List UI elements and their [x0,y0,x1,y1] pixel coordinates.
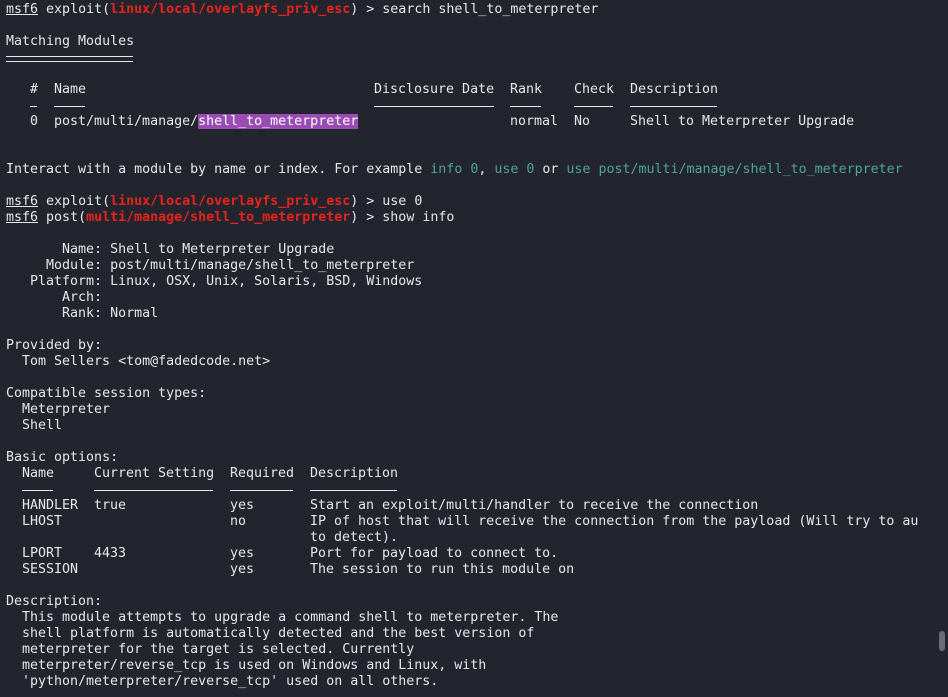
prompt-suffix: ) > [350,2,383,17]
session-type: Shell [22,418,63,433]
description-label: Description: [6,594,103,609]
table-row[interactable]: 0 post/multi/manage/shell_to_meterpreter n… [6,114,934,130]
prompt-line: msf6 exploit(linux/local/overlayfs_priv_… [6,194,423,209]
scrollbar-thumb[interactable] [939,631,945,651]
options-header: Name Current Setting Required Description [22,466,399,481]
description-line: meterpreter for the target is selected. … [22,642,415,657]
section-title: Matching Modules [6,34,135,49]
table-row-continued: to detect). [310,530,399,545]
terminal-output[interactable]: msf6 exploit(linux/local/overlayfs_priv_… [6,2,934,690]
description-line: 'python/meterpreter/reverse_tcp' used on… [22,674,439,689]
info-platform: Platform: Linux, OSX, Unix, Solaris, BSD… [6,274,423,289]
table-row: LPORT 4433 yes Port for payload to connect … [22,546,559,561]
session-type: Meterpreter [22,402,111,417]
prompt-module: linux/local/overlayfs_priv_esc [110,2,351,17]
provided-by-label: Provided by: [6,338,103,353]
description-line: meterpreter/reverse_tcp is used on Windo… [22,658,487,673]
table-row: SESSION yes The session to run this module… [22,562,575,577]
info-module: Module: post/multi/manage/shell_to_meter… [6,258,415,273]
info-name: Name: Shell to Meterpreter Upgrade [6,242,335,257]
header-underlines [6,98,934,114]
info-arch: Arch: [6,290,111,305]
sessions-label: Compatible session types: [6,386,207,401]
search-table-header: # Name Disclosure Date Rank Check Description [30,82,719,97]
interact-hint: Interact with a module by name or index.… [6,162,903,177]
double-underline [6,50,934,66]
prompt-label: msf6 [6,2,39,17]
description-line: This module attempts to upgrade a comman… [22,610,559,625]
options-label: Basic options: [6,450,119,465]
info-rank: Rank: Normal [6,306,159,321]
options-underlines [6,482,934,498]
search-match-highlight: shell_to_meterpreter [198,114,359,129]
command-text: search shell_to_meterpreter [382,2,599,17]
author: Tom Sellers <tom@fadedcode.net> [22,354,271,369]
table-row: HANDLER true yes Start an exploit/multi/han… [22,498,759,513]
table-row: LHOST no IP of host that will receive the … [22,514,919,529]
prompt-line: msf6 post(multi/manage/shell_to_meterpre… [6,210,455,225]
prompt-line: msf6 exploit(linux/local/overlayfs_priv_… [6,2,934,18]
prompt-type: exploit( [46,2,111,17]
description-line: shell platform is automatically detected… [22,626,535,641]
